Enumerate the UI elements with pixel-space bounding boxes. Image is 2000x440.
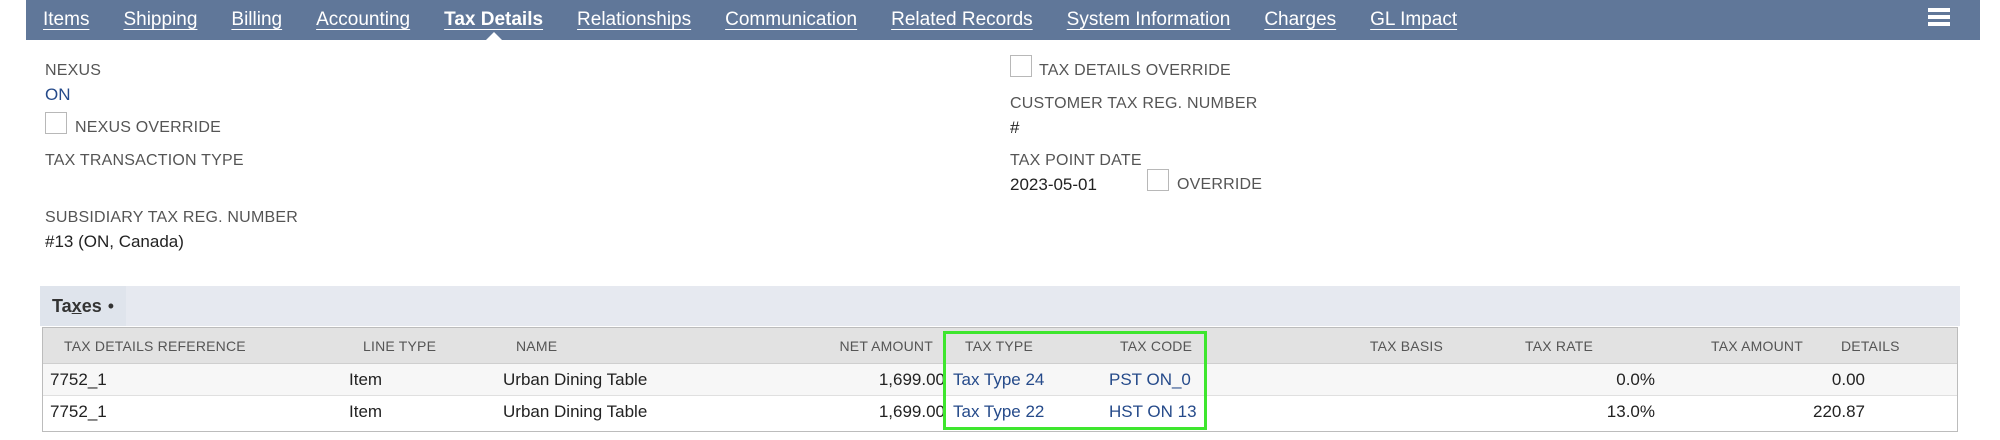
taxes-table-header: TAX DETAILS REFERENCE LINE TYPE NAME NET… <box>43 328 1957 364</box>
customer-tax-reg-value: # <box>1010 118 1020 137</box>
tax-transaction-type-label: TAX TRANSACTION TYPE <box>45 152 244 169</box>
tax-point-date-override-checkbox[interactable] <box>1147 169 1169 191</box>
col-header-details[interactable]: DETAILS <box>1841 338 1900 354</box>
tab-communication[interactable]: Communication <box>725 0 857 40</box>
cell-net-amount: 1,699.00 <box>878 402 945 421</box>
taxes-subtab-bar: Ta x es • <box>40 286 1960 326</box>
tab-items[interactable]: Items <box>43 0 89 40</box>
subtab-taxes-marker: • <box>107 295 115 316</box>
subtab-taxes-label-pre: Ta <box>52 295 72 316</box>
cell-tax-details-reference: 7752_1 <box>50 370 107 389</box>
tab-gl-impact[interactable]: GL Impact <box>1370 0 1457 40</box>
subtab-taxes[interactable]: Ta x es • <box>40 286 127 326</box>
table-row[interactable]: 7752_1 Item Urban Dining Table 1,699.00 … <box>43 396 1957 428</box>
hamburger-menu-icon[interactable] <box>1928 8 1950 30</box>
tax-point-date-override-label: OVERRIDE <box>1177 176 1263 193</box>
tax-details-override-label: TAX DETAILS OVERRIDE <box>1039 62 1231 79</box>
tab-shipping[interactable]: Shipping <box>123 0 197 40</box>
nexus-value[interactable]: ON <box>45 85 71 105</box>
cell-name: Urban Dining Table <box>503 402 648 421</box>
cell-tax-rate: 0.0% <box>1616 370 1655 389</box>
cell-line-type: Item <box>349 370 383 389</box>
nexus-label: NEXUS <box>45 62 102 79</box>
cell-tax-type-link[interactable]: Tax Type 24 <box>953 370 1044 390</box>
col-header-net-amount[interactable]: NET AMOUNT <box>783 338 933 354</box>
tab-charges[interactable]: Charges <box>1264 0 1336 40</box>
tab-system-information[interactable]: System Information <box>1067 0 1231 40</box>
cell-tax-amount: 0.00 <box>1831 370 1865 389</box>
subsidiary-tax-reg-value: #13 (ON, Canada) <box>45 232 184 251</box>
cell-tax-details-reference: 7752_1 <box>50 402 107 421</box>
table-row[interactable]: 7752_1 Item Urban Dining Table 1,699.00 … <box>43 364 1957 396</box>
col-header-tax-code[interactable]: TAX CODE <box>1120 338 1192 354</box>
subtab-taxes-label-accesskey: x <box>71 295 82 316</box>
cell-tax-amount: 220.87 <box>1813 402 1865 421</box>
col-header-tax-basis[interactable]: TAX BASIS <box>1293 338 1443 354</box>
tax-point-date-value: 2023-05-01 <box>1010 175 1097 194</box>
col-header-line-type[interactable]: LINE TYPE <box>363 338 436 354</box>
cell-tax-code-link[interactable]: HST ON 13 <box>1109 402 1197 422</box>
taxes-table: TAX DETAILS REFERENCE LINE TYPE NAME NET… <box>42 327 1958 432</box>
nexus-override-label: NEXUS OVERRIDE <box>75 119 221 136</box>
col-header-tax-type[interactable]: TAX TYPE <box>965 338 1033 354</box>
tab-tax-details[interactable]: Tax Details <box>444 0 543 40</box>
nexus-override-checkbox[interactable] <box>45 112 67 134</box>
col-header-tax-rate[interactable]: TAX RATE <box>1443 338 1593 354</box>
cell-tax-type-link[interactable]: Tax Type 22 <box>953 402 1044 422</box>
tax-details-override-checkbox[interactable] <box>1010 55 1032 77</box>
subtab-taxes-label-post: es <box>81 295 102 316</box>
cell-tax-code-link[interactable]: PST ON_0 <box>1109 370 1191 390</box>
col-header-name[interactable]: NAME <box>516 338 557 354</box>
tab-accounting[interactable]: Accounting <box>316 0 410 40</box>
subsidiary-tax-reg-label: SUBSIDIARY TAX REG. NUMBER <box>45 209 298 226</box>
tab-billing[interactable]: Billing <box>231 0 282 40</box>
tab-related-records[interactable]: Related Records <box>891 0 1033 40</box>
tab-relationships[interactable]: Relationships <box>577 0 691 40</box>
cell-tax-rate: 13.0% <box>1606 402 1655 421</box>
cell-name: Urban Dining Table <box>503 370 648 389</box>
col-header-tax-details-reference[interactable]: TAX DETAILS REFERENCE <box>64 338 246 354</box>
cell-line-type: Item <box>349 402 383 421</box>
col-header-tax-amount[interactable]: TAX AMOUNT <box>1653 338 1803 354</box>
customer-tax-reg-label: CUSTOMER TAX REG. NUMBER <box>1010 95 1258 112</box>
tax-point-date-label: TAX POINT DATE <box>1010 152 1142 169</box>
cell-net-amount: 1,699.00 <box>878 370 945 389</box>
record-tab-bar: Items Shipping Billing Accounting Tax De… <box>26 0 1980 40</box>
